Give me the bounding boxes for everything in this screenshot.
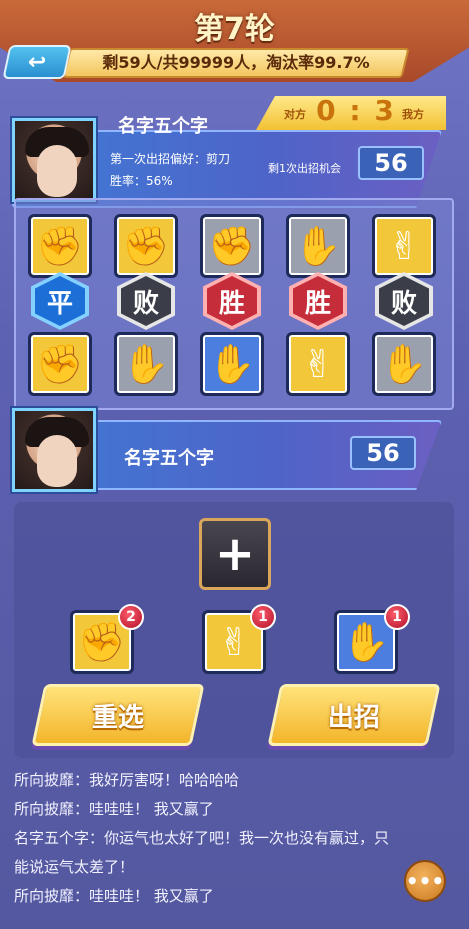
- paper-icon: ✋: [294, 224, 342, 268]
- result-5-text: 败: [379, 276, 429, 326]
- rock-icon: ✊: [78, 620, 126, 664]
- my-move-1: ✊: [28, 332, 92, 396]
- chat-line-2: 所向披靡：哇哇哇！ 我又赢了: [14, 800, 214, 818]
- paper-icon: ✋: [380, 342, 428, 386]
- opponent-count: 56: [358, 146, 424, 180]
- plus-icon: +: [214, 526, 256, 582]
- chat-log: 所向披靡：我好厉害呀！哈哈哈哈 所向披靡：哇哇哇！ 我又赢了 名字五个字：你运气…: [14, 766, 434, 911]
- opponent-preference: 第一次出招偏好：剪刀: [110, 152, 231, 166]
- elimination-stats: 剩59人/共99999人，淘汰率99.7%: [102, 53, 370, 72]
- back-button[interactable]: ↩: [2, 45, 72, 79]
- my-move-4: ✌: [286, 332, 350, 396]
- chat-line-1: 所向披靡：我好厉害呀！哈哈哈哈: [14, 771, 240, 789]
- result-3-text: 胜: [207, 276, 257, 326]
- chat-line-5: 所向披靡：哇哇哇！ 我又赢了: [14, 887, 214, 905]
- score-opponent-label: 对方: [284, 108, 306, 121]
- result-4-text: 胜: [293, 276, 343, 326]
- avatar-face: [37, 435, 77, 487]
- chat-bubble-icon: •••: [405, 869, 445, 893]
- score-value: 0 : 3: [316, 94, 396, 127]
- add-move-button[interactable]: +: [199, 518, 271, 590]
- opponent-move-4: ✋: [286, 214, 350, 278]
- scissors-count-badge: 1: [250, 604, 276, 630]
- my-move-5: ✋: [372, 332, 436, 396]
- opponent-move-3: ✊: [200, 214, 264, 278]
- rock-icon: ✊: [122, 224, 170, 268]
- scissors-icon: ✌: [388, 224, 420, 268]
- opponent-move-5: ✌: [372, 214, 436, 278]
- paper-icon: ✋: [208, 342, 256, 386]
- opponent-chances: 剩1次出招机会: [268, 162, 341, 175]
- round-title: 第7轮: [194, 12, 275, 47]
- rock-icon: ✊: [36, 342, 84, 386]
- chat-line-3: 名字五个字：你运气也太好了吧！我一次也没有赢过，只: [14, 829, 390, 847]
- scissors-icon: ✌: [218, 620, 250, 664]
- my-avatar[interactable]: [12, 408, 96, 492]
- rock-icon: ✊: [208, 224, 256, 268]
- rock-count-badge: 2: [118, 604, 144, 630]
- back-arrow-icon: ↩: [27, 49, 47, 75]
- my-move-2: ✋: [114, 332, 178, 396]
- my-move-3: ✋: [200, 332, 264, 396]
- chat-button[interactable]: •••: [404, 860, 446, 902]
- paper-icon: ✋: [122, 342, 170, 386]
- rock-icon: ✊: [36, 224, 84, 268]
- opponent-move-1: ✊: [28, 214, 92, 278]
- reset-label: 重选: [91, 702, 144, 733]
- result-2-text: 败: [121, 276, 171, 326]
- result-1-text: 平: [35, 276, 85, 326]
- opponent-win-rate: 胜率：56%: [110, 174, 173, 188]
- opponent-move-2: ✊: [114, 214, 178, 278]
- score-my-label: 我方: [402, 108, 424, 121]
- paper-icon: ✋: [342, 620, 390, 664]
- my-count: 56: [350, 436, 416, 470]
- paper-count-badge: 1: [384, 604, 410, 630]
- opponent-name: 名字五个字: [118, 116, 208, 137]
- chat-line-4: 能说运气太差了！: [14, 858, 135, 876]
- play-label: 出招: [327, 702, 380, 733]
- reset-button[interactable]: 重选: [31, 684, 205, 746]
- opponent-avatar[interactable]: [12, 118, 96, 202]
- my-name: 名字五个字: [124, 448, 214, 469]
- play-button[interactable]: 出招: [267, 684, 441, 746]
- avatar-face: [37, 145, 77, 197]
- scissors-icon: ✌: [302, 342, 334, 386]
